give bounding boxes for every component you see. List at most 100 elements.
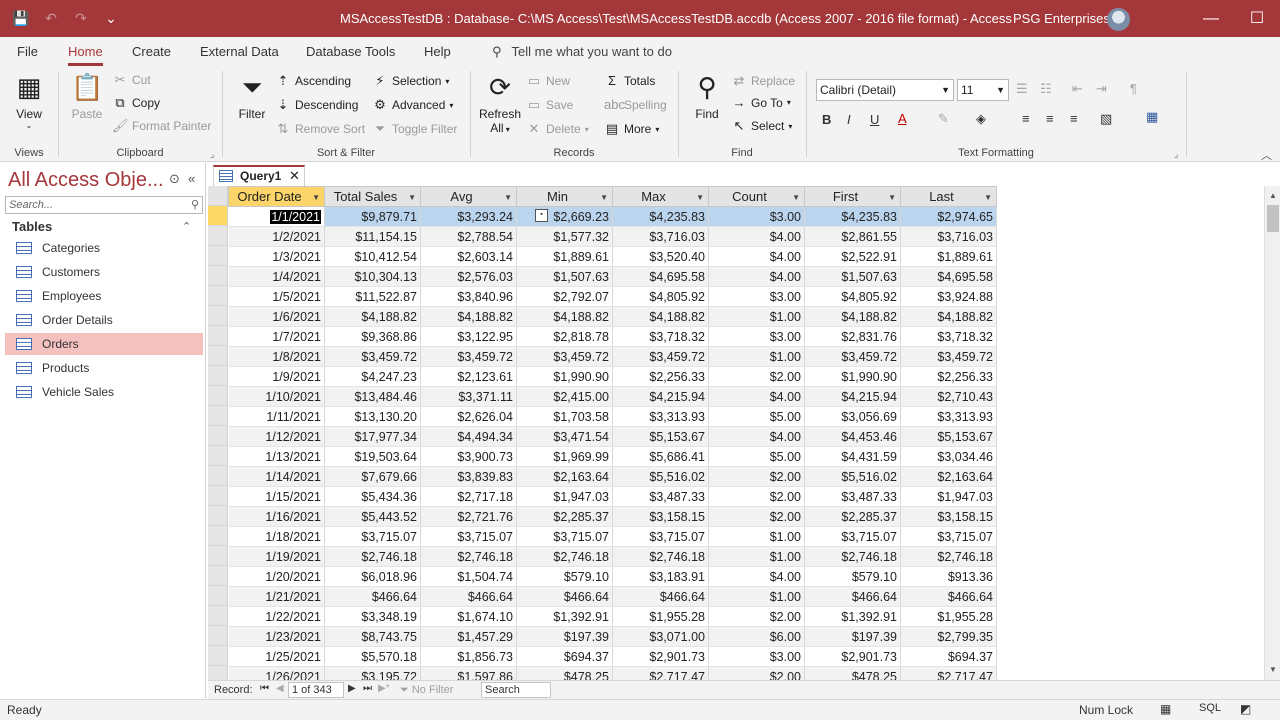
table-cell[interactable]: $2,123.61 [420, 366, 517, 387]
table-row[interactable]: 1/8/2021 $3,459.72 $3,459.72 $3,459.72 $3,45… [228, 346, 997, 367]
record-selector[interactable] [208, 386, 227, 406]
toggle-filter-button[interactable]: ⏷ Toggle Filter [372, 121, 458, 137]
table-cell[interactable]: $3,293.24 [420, 206, 517, 227]
table-cell[interactable]: 1/16/2021 [228, 506, 325, 527]
table-cell[interactable]: $6.00 [708, 626, 805, 647]
increase-indent-icon[interactable]: ⇥ [1096, 81, 1107, 97]
tell-me-box[interactable]: ⚲ Tell me what you want to do [492, 44, 672, 60]
table-row[interactable]: 1/20/2021 $6,018.96 $1,504.74 $579.10 $3,183… [228, 566, 997, 587]
table-cell[interactable]: $2,163.64 [516, 466, 613, 487]
decrease-indent-icon[interactable]: ⇤ [1072, 81, 1083, 97]
save-icon[interactable]: 💾 [10, 8, 32, 28]
table-cell[interactable]: 1/20/2021 [228, 566, 325, 587]
table-cell[interactable]: $466.64 [516, 586, 613, 607]
format-painter-button[interactable]: 🖌 Format Painter [112, 118, 211, 134]
table-cell[interactable]: $9,879.71 [324, 206, 421, 227]
table-cell[interactable]: $2,746.18 [804, 546, 901, 567]
table-cell[interactable]: $17,977.34 [324, 426, 421, 447]
column-dropdown-icon[interactable]: ▼ [888, 193, 896, 202]
table-cell[interactable]: $2,721.76 [420, 506, 517, 527]
record-selector[interactable] [208, 506, 227, 526]
table-row[interactable]: 1/3/2021 $10,412.54 $2,603.14 $1,889.61 $3,5… [228, 246, 997, 267]
table-row[interactable]: 1/12/2021 $17,977.34 $4,494.34 $3,471.54 $5,… [228, 426, 997, 447]
totals-button[interactable]: Σ Totals [604, 73, 655, 88]
nav-item-order-details[interactable]: Order Details [5, 309, 203, 331]
table-cell[interactable]: $4,431.59 [804, 446, 901, 467]
table-cell[interactable]: $2,522.91 [804, 246, 901, 267]
table-cell[interactable]: $4,215.94 [804, 386, 901, 407]
table-cell[interactable]: $13,484.46 [324, 386, 421, 407]
record-selector[interactable] [208, 646, 227, 666]
table-cell[interactable]: 1/11/2021 [228, 406, 325, 427]
last-record-icon[interactable]: ⏭ [363, 683, 372, 694]
table-cell[interactable]: $3,839.83 [420, 466, 517, 487]
background-color-icon[interactable]: ◈ [976, 111, 986, 127]
design-view-icon[interactable]: ◩ [1240, 702, 1251, 716]
table-cell[interactable]: $3.00 [708, 206, 805, 227]
delete-record-button[interactable]: ✕ Delete ▾ [526, 121, 589, 137]
table-cell[interactable]: $5,434.36 [324, 486, 421, 507]
table-row[interactable]: 1/18/2021 $3,715.07 $3,715.07 $3,715.07 $3,7… [228, 526, 997, 547]
table-cell[interactable]: $2,256.33 [612, 366, 709, 387]
table-row[interactable]: 1/13/2021 $19,503.64 $3,900.73 $1,969.99 $5,… [228, 446, 997, 467]
highlight-icon[interactable]: ✎ [938, 111, 949, 127]
table-cell[interactable]: $1,889.61 [900, 246, 997, 267]
tab-file[interactable]: File [17, 44, 38, 59]
table-cell[interactable]: $2.00 [708, 666, 805, 680]
table-cell[interactable]: $2,746.18 [612, 546, 709, 567]
remove-sort-button[interactable]: ⇅ Remove Sort [275, 121, 365, 137]
table-cell[interactable]: $3,718.32 [900, 326, 997, 347]
table-cell[interactable]: $4.00 [708, 246, 805, 267]
close-icon[interactable]: ✕ [289, 167, 300, 185]
paragraph-direction-icon[interactable]: ¶ [1130, 81, 1137, 96]
align-right-icon[interactable]: ≡ [1070, 111, 1078, 126]
table-cell[interactable]: $1,703.58 [516, 406, 613, 427]
tab-help[interactable]: Help [424, 44, 451, 59]
customize-qat-icon[interactable]: ⌄ [100, 8, 122, 28]
table-cell[interactable]: $4,453.46 [804, 426, 901, 447]
table-cell[interactable]: $3,313.93 [900, 406, 997, 427]
table-cell[interactable]: $1,507.63 [804, 266, 901, 287]
first-record-icon[interactable]: ⏮ [260, 683, 269, 694]
record-selector[interactable] [208, 526, 227, 546]
table-cell[interactable]: $3,716.03 [900, 226, 997, 247]
select-button[interactable]: ↖ Select ▾ [731, 118, 793, 134]
table-cell[interactable]: $1.00 [708, 586, 805, 607]
nav-item-categories[interactable]: Categories [5, 237, 203, 259]
table-cell[interactable]: $4,695.58 [612, 266, 709, 287]
table-cell[interactable]: $2,746.18 [516, 546, 613, 567]
table-cell[interactable]: $2.00 [708, 366, 805, 387]
refresh-all-button[interactable]: ⟳ Refresh All ▾ [478, 71, 522, 135]
table-cell[interactable]: $466.64 [900, 586, 997, 607]
table-cell[interactable]: $11,154.15 [324, 226, 421, 247]
nav-pane-title[interactable]: All Access Obje... [8, 169, 164, 192]
view-button[interactable]: ▦ View ⌄ [8, 71, 50, 130]
table-cell[interactable]: 1/22/2021 [228, 606, 325, 627]
table-cell[interactable]: 1/19/2021 [228, 546, 325, 567]
table-cell[interactable]: $466.64 [612, 586, 709, 607]
numbering-icon[interactable]: ☷ [1040, 81, 1052, 97]
scroll-thumb[interactable] [1267, 205, 1279, 232]
table-cell[interactable]: $5,153.67 [612, 426, 709, 447]
table-row[interactable]: 1/9/2021 $4,247.23 $2,123.61 $1,990.90 $2,25… [228, 366, 997, 387]
table-cell[interactable]: $2,746.18 [420, 546, 517, 567]
table-cell[interactable]: $1.00 [708, 526, 805, 547]
table-cell[interactable]: $8,743.75 [324, 626, 421, 647]
align-left-icon[interactable]: ≡ [1022, 111, 1030, 126]
table-cell[interactable]: $4,188.82 [420, 306, 517, 327]
collapse-ribbon-icon[interactable]: ︿ [1261, 147, 1272, 163]
table-row[interactable]: 1/16/2021 $5,443.52 $2,721.76 $2,285.37 $3,1… [228, 506, 997, 527]
table-cell[interactable]: $1,577.32 [516, 226, 613, 247]
table-row[interactable]: 1/1/2021 $9,879.71 $3,293.24 $2,669.23 $4,23… [228, 206, 997, 227]
table-cell[interactable]: $3,371.11 [420, 386, 517, 407]
table-cell[interactable]: $3,122.95 [420, 326, 517, 347]
table-cell[interactable]: $4,235.83 [612, 206, 709, 227]
column-dropdown-icon[interactable]: ▼ [696, 193, 704, 202]
scroll-down-icon[interactable]: ▼ [1265, 662, 1280, 678]
table-cell[interactable]: $2,799.35 [900, 626, 997, 647]
table-cell[interactable]: $3,924.88 [900, 286, 997, 307]
table-cell[interactable]: $1,969.99 [516, 446, 613, 467]
column-dropdown-icon[interactable]: ▼ [408, 193, 416, 202]
maximize-button[interactable]: ☐ [1234, 0, 1280, 37]
table-cell[interactable]: $3,195.72 [324, 666, 421, 680]
